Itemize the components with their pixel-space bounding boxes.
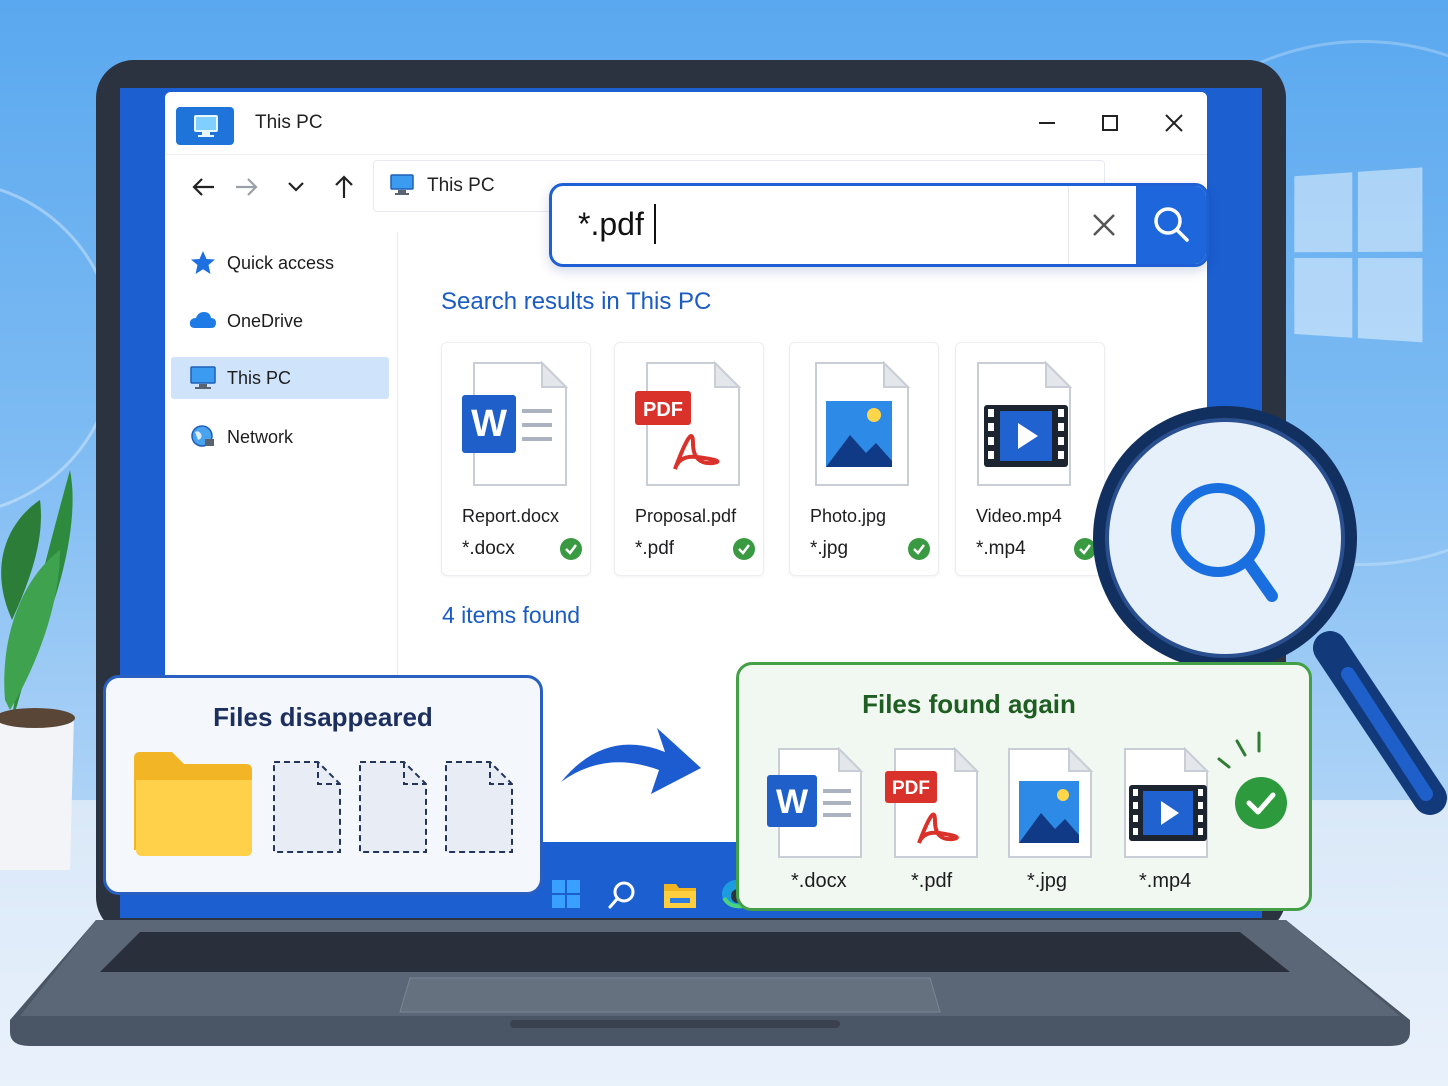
file-card-proposal[interactable]: PDF Proposal.pdf *.pdf	[614, 342, 764, 576]
file-card-photo[interactable]: Photo.jpg *.jpg	[789, 342, 939, 576]
back-arrow-icon[interactable]	[189, 172, 219, 202]
file-card-report[interactable]: W Report.docx *.docx	[441, 342, 591, 576]
file-extension: *.jpg	[1027, 870, 1068, 892]
laptop-keyboard-base	[10, 920, 1410, 1046]
word-file-icon: W	[767, 747, 864, 858]
file-extension: *.docx	[791, 870, 847, 892]
panel-title: Files found again	[862, 689, 1076, 719]
text-cursor	[654, 204, 656, 244]
file-extension: *.mp4	[976, 538, 1026, 559]
sidebar-item-label: OneDrive	[227, 311, 304, 331]
file-explorer-taskbar-icon[interactable]	[664, 880, 696, 908]
search-button[interactable]	[1136, 186, 1206, 264]
window-title: This PC	[255, 112, 323, 133]
star-icon	[191, 251, 215, 274]
file-extension: *.pdf	[635, 538, 675, 559]
potted-plant	[0, 470, 75, 870]
pdf-badge-label: PDF	[643, 399, 683, 421]
sidebar-item-this-pc[interactable]: This PC	[171, 357, 389, 399]
up-arrow-icon[interactable]	[329, 172, 359, 202]
missing-file-placeholder-icon	[273, 761, 341, 853]
search-input[interactable]	[578, 203, 1058, 245]
file-name: Report.docx	[462, 506, 560, 526]
file-extension: *.docx	[462, 538, 515, 559]
network-globe-icon	[191, 425, 214, 447]
pdf-badge-label: PDF	[892, 778, 930, 799]
sidebar-item-label: Quick access	[227, 253, 335, 273]
this-pc-title-icon	[176, 107, 234, 145]
start-menu-icon[interactable]	[552, 880, 580, 908]
computer-icon	[390, 174, 414, 195]
file-name: Video.mp4	[976, 506, 1062, 526]
missing-file-placeholder-icon	[359, 761, 427, 853]
address-text: This PC	[427, 175, 495, 196]
search-icon	[1154, 207, 1189, 242]
word-file-icon: W	[462, 361, 569, 486]
files-found-again-panel: Files found again W *.docx PDF *.pdf *.j…	[736, 662, 1312, 911]
file-extension: *.mp4	[1139, 870, 1192, 892]
minimize-button[interactable]	[1027, 106, 1067, 140]
folder-icon	[134, 752, 252, 856]
file-extension: *.jpg	[810, 538, 849, 559]
image-file-icon	[815, 361, 911, 486]
sidebar-item-label: This PC	[227, 368, 292, 388]
search-results-heading: Search results in This PC	[441, 288, 712, 315]
pdf-file-icon: PDF	[635, 361, 742, 486]
panel-title: Files disappeared	[213, 702, 433, 732]
check-circle-icon	[560, 538, 582, 560]
sidebar-item-quick-access[interactable]: Quick access	[171, 242, 389, 284]
check-circle-icon	[908, 538, 930, 560]
success-check-icon	[1217, 731, 1287, 829]
word-badge-letter: W	[471, 403, 507, 445]
image-file-icon	[1008, 747, 1094, 858]
video-file-icon	[1124, 747, 1210, 858]
clear-search-button[interactable]	[1068, 186, 1139, 264]
illustration-scene: This PC This PC Quick access OneDrive Th…	[0, 0, 1448, 1086]
windows-logo-decoration	[1294, 167, 1424, 346]
file-name: Proposal.pdf	[635, 506, 737, 526]
video-file-icon	[977, 361, 1073, 486]
word-badge-letter: W	[776, 783, 809, 821]
taskbar-search-icon[interactable]	[608, 880, 638, 910]
close-button[interactable]	[1154, 106, 1194, 140]
sidebar-item-onedrive[interactable]: OneDrive	[171, 300, 389, 342]
recent-locations-chevron-down-icon[interactable]	[281, 172, 311, 202]
computer-icon	[190, 366, 216, 389]
title-bar: This PC	[165, 92, 1207, 155]
maximize-button[interactable]	[1090, 106, 1130, 140]
items-found-count: 4 items found	[442, 602, 581, 628]
cloud-icon	[189, 312, 216, 328]
files-disappeared-panel: Files disappeared	[103, 675, 543, 895]
sidebar-item-label: Network	[227, 427, 294, 447]
forward-arrow-icon[interactable]	[231, 172, 261, 202]
file-extension: *.pdf	[911, 870, 953, 892]
sidebar-item-network[interactable]: Network	[171, 416, 389, 458]
curved-arrow-icon	[561, 728, 701, 794]
check-circle-icon	[733, 538, 755, 560]
pdf-file-icon: PDF	[885, 747, 980, 858]
missing-file-placeholder-icon	[445, 761, 513, 853]
file-name: Photo.jpg	[810, 506, 887, 526]
close-icon	[1093, 214, 1115, 236]
search-box	[549, 183, 1209, 267]
